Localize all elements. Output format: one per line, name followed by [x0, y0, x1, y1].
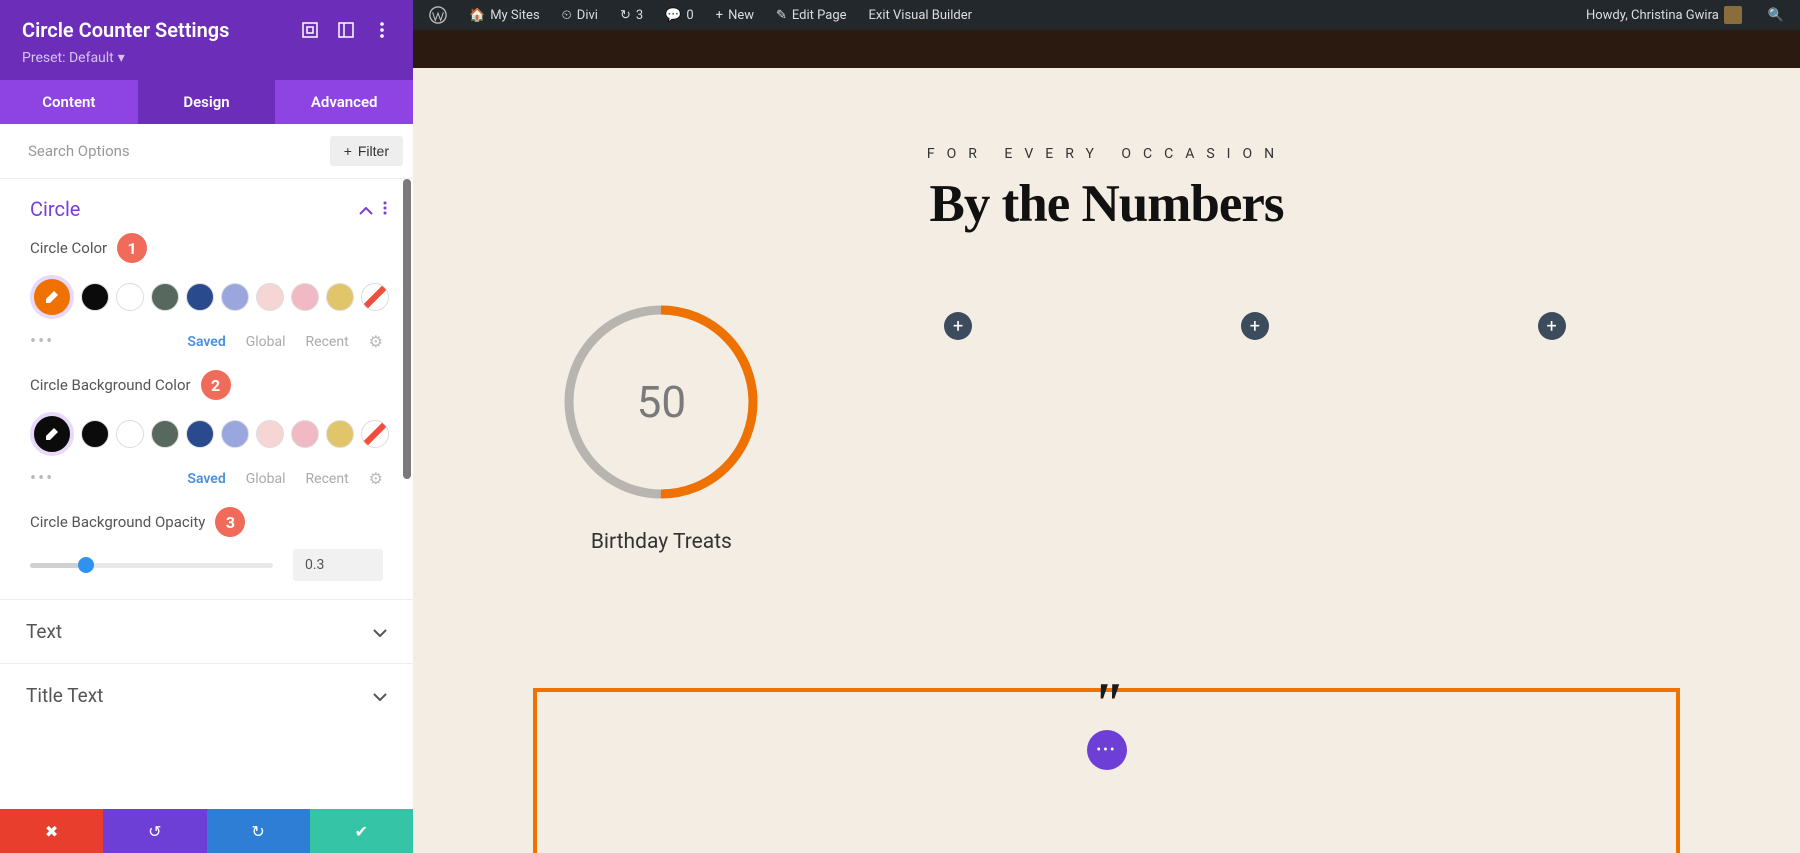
swatch-gold[interactable] [326, 283, 354, 311]
counter-label: Birthday Treats [591, 530, 732, 554]
swatch-navy[interactable] [186, 283, 214, 311]
swatch-gold[interactable] [326, 420, 354, 448]
tab-design[interactable]: Design [138, 80, 276, 124]
chevron-down-icon: ▾ [118, 50, 125, 66]
annotation-badge-1: 1 [117, 233, 147, 263]
swatch-olive[interactable] [151, 420, 179, 448]
settings-sidebar: Circle Counter Settings Preset: Default … [0, 0, 413, 853]
swatch-navy[interactable] [186, 420, 214, 448]
add-module-button[interactable]: + [1241, 312, 1269, 340]
pencil-icon: ✎ [776, 8, 787, 23]
howdy-link[interactable]: Howdy, Christina Gwira [1578, 6, 1750, 24]
add-module-button[interactable]: + [1538, 312, 1566, 340]
quote-section[interactable]: " ••• [533, 688, 1680, 853]
annotation-badge-3: 3 [215, 507, 245, 537]
swatch-none[interactable] [361, 420, 389, 448]
swatch-black[interactable] [81, 420, 109, 448]
more-dots-icon[interactable]: ••• [30, 331, 54, 352]
search-icon[interactable]: 🔍 [1760, 8, 1792, 23]
gauge-icon: ⏲ [562, 8, 572, 23]
swatch-pale-pink[interactable] [256, 283, 284, 311]
swatch-tab-saved[interactable]: Saved [187, 471, 225, 487]
plus-icon: + [716, 8, 723, 23]
chevron-down-icon [373, 686, 387, 705]
swatch-tab-global[interactable]: Global [246, 471, 286, 487]
edit-page-link[interactable]: ✎Edit Page [768, 8, 855, 23]
gear-icon[interactable]: ⚙ [369, 332, 383, 351]
avatar [1724, 6, 1742, 24]
swatch-lavender[interactable] [221, 420, 249, 448]
section-text[interactable]: Text [0, 599, 413, 663]
more-icon[interactable] [373, 21, 391, 39]
swatch-lavender[interactable] [221, 283, 249, 311]
scrollbar[interactable] [403, 179, 411, 479]
quote-icon: " [1090, 670, 1123, 739]
swatch-olive[interactable] [151, 283, 179, 311]
chevron-down-icon [373, 622, 387, 641]
house-icon: 🏠 [469, 8, 485, 23]
circle-bg-color-field: Circle Background Color 2 ••• Saved Glob… [0, 370, 413, 507]
section-options-fab[interactable]: ••• [1087, 730, 1127, 770]
swatch-white[interactable] [116, 283, 144, 311]
redo-button[interactable]: ↻ [207, 809, 310, 853]
my-sites-link[interactable]: 🏠My Sites [461, 8, 548, 23]
exit-vb-link[interactable]: Exit Visual Builder [861, 8, 980, 23]
tab-content[interactable]: Content [0, 80, 138, 124]
section-circle[interactable]: Circle [0, 179, 413, 233]
undo-button[interactable]: ↺ [103, 809, 206, 853]
circle-bg-opacity-field: Circle Background Opacity 3 0.3 [0, 507, 413, 599]
opacity-value-input[interactable]: 0.3 [293, 549, 383, 581]
swatch-white[interactable] [116, 420, 144, 448]
cancel-button[interactable]: ✖ [0, 809, 103, 853]
section-title-text[interactable]: Title Text [0, 663, 413, 727]
comment-icon: 💬 [665, 8, 681, 23]
circle-counter[interactable]: 50 [561, 302, 761, 502]
swatch-pale-pink[interactable] [256, 420, 284, 448]
slider-thumb[interactable] [78, 557, 94, 573]
swatch-pink[interactable] [291, 420, 319, 448]
search-input[interactable]: Search Options [28, 142, 330, 160]
color-picker-black[interactable] [30, 412, 74, 456]
opacity-slider[interactable] [30, 563, 273, 568]
preset-dropdown[interactable]: Preset: Default ▾ [22, 50, 391, 66]
swatch-none[interactable] [361, 283, 389, 311]
swatch-tab-recent[interactable]: Recent [306, 471, 349, 487]
site-link[interactable]: ⏲Divi [554, 8, 606, 23]
tab-advanced[interactable]: Advanced [275, 80, 413, 124]
sidebar-header: Circle Counter Settings Preset: Default … [0, 0, 413, 80]
swatch-black[interactable] [81, 283, 109, 311]
more-dots-icon[interactable]: ••• [30, 468, 54, 489]
expand-icon[interactable] [301, 21, 319, 39]
sidebar-title: Circle Counter Settings [22, 18, 229, 42]
comments-link[interactable]: 💬0 [657, 8, 702, 23]
chevron-up-icon[interactable] [359, 200, 373, 219]
filter-button[interactable]: + Filter [330, 136, 403, 166]
search-row: Search Options + Filter [0, 124, 413, 179]
save-button[interactable]: ✔ [310, 809, 413, 853]
counter-value: 50 [637, 376, 686, 428]
add-module-button[interactable]: + [944, 312, 972, 340]
wp-admin-bar: 🏠My Sites ⏲Divi ↻3 💬0 +New ✎Edit Page Ex… [413, 0, 1800, 30]
hero-band [413, 30, 1800, 68]
page-headline: By the Numbers [453, 174, 1760, 234]
page-preview: 🏠My Sites ⏲Divi ↻3 💬0 +New ✎Edit Page Ex… [413, 0, 1800, 853]
new-link[interactable]: +New [708, 8, 762, 23]
kebab-icon[interactable] [383, 200, 387, 219]
updates-link[interactable]: ↻3 [612, 8, 651, 23]
panel-icon[interactable] [337, 21, 355, 39]
annotation-badge-2: 2 [201, 370, 231, 400]
swatch-tab-global[interactable]: Global [246, 334, 286, 350]
gear-icon[interactable]: ⚙ [369, 469, 383, 488]
swatch-tab-saved[interactable]: Saved [187, 334, 225, 350]
color-picker-orange[interactable] [30, 275, 74, 319]
plus-icon: + [344, 143, 352, 159]
bottom-action-bar: ✖ ↺ ↻ ✔ [0, 809, 413, 853]
settings-tabs: Content Design Advanced [0, 80, 413, 124]
swatch-tab-recent[interactable]: Recent [306, 334, 349, 350]
refresh-icon: ↻ [620, 8, 631, 23]
eyebrow-text: FOR EVERY OCCASION [453, 146, 1760, 162]
circle-color-field: Circle Color 1 ••• Saved Global Recent [0, 233, 413, 370]
wp-logo[interactable] [421, 6, 455, 24]
swatch-pink[interactable] [291, 283, 319, 311]
